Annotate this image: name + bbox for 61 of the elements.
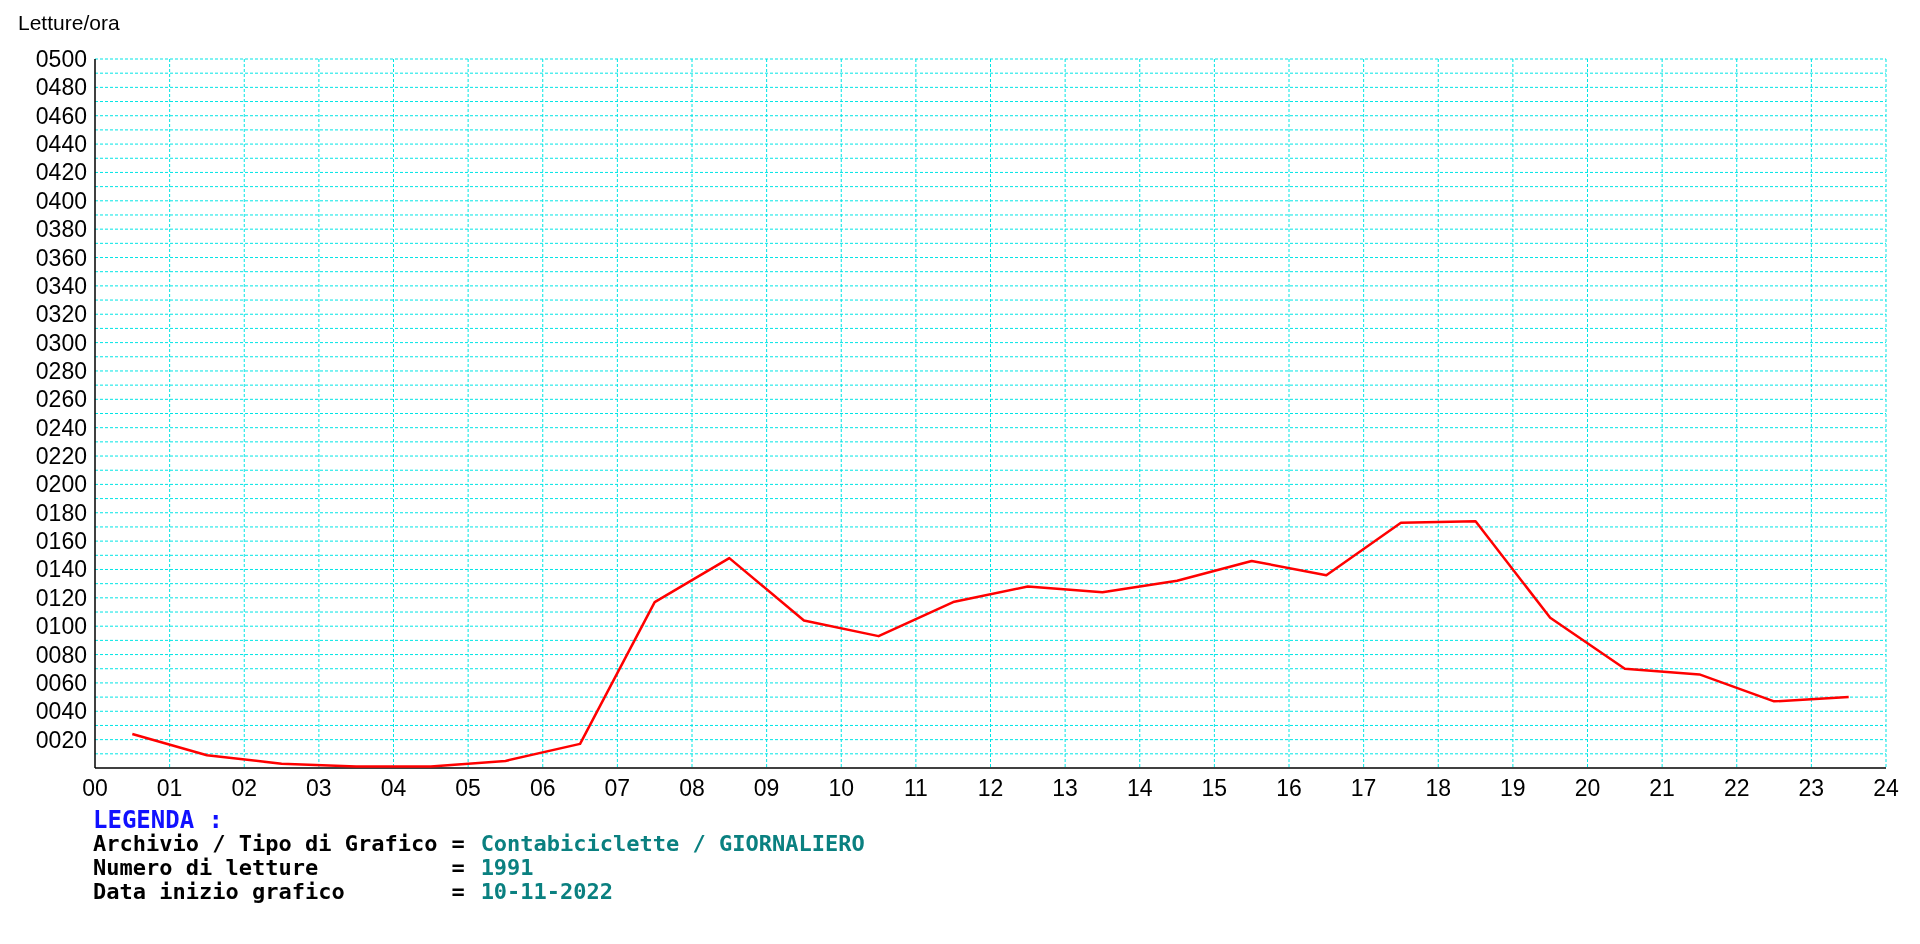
- axis-label: 0480: [35, 74, 87, 101]
- axis-label: 05: [455, 775, 481, 801]
- equals-sign: =: [451, 832, 466, 856]
- axis-label: 0020: [35, 726, 87, 753]
- legend-value: 10-11-2022: [480, 880, 615, 904]
- axis-label: 0140: [35, 556, 87, 583]
- axis-label: 21: [1649, 775, 1675, 801]
- axis-label: 0160: [35, 528, 87, 555]
- axis-label: 11: [903, 775, 928, 801]
- axis-label: 17: [1350, 775, 1377, 801]
- axis-label: 0060: [35, 669, 87, 696]
- axis-label: 14: [1126, 775, 1153, 801]
- axis-label: 0200: [35, 471, 87, 498]
- axis-label: 0420: [35, 159, 87, 186]
- legend-value: 1991: [480, 856, 535, 880]
- legend-label: Numero di letture: [93, 856, 320, 880]
- axis-label: 23: [1798, 775, 1825, 801]
- axis-label: 09: [753, 775, 780, 801]
- axis-label: 0500: [35, 46, 87, 72]
- axis-label: 16: [1276, 775, 1302, 801]
- axis-label: 0260: [35, 386, 87, 413]
- axis-label: 07: [604, 775, 631, 801]
- axis-label: 18: [1425, 775, 1452, 801]
- axis-label: 20: [1574, 775, 1601, 801]
- axis-label: 02: [231, 775, 258, 801]
- axis-label: 0080: [35, 641, 87, 668]
- axis-label: 0440: [35, 131, 87, 158]
- axis-label: 0460: [35, 102, 87, 129]
- axis-label: 0100: [35, 613, 87, 640]
- axis-label: 0040: [35, 698, 87, 725]
- axis-label: 15: [1201, 775, 1228, 801]
- axis-label: 06: [529, 775, 556, 801]
- legend-value: Contabiciclette / GIORNALIERO: [480, 832, 865, 856]
- axis-label: 0340: [35, 272, 87, 299]
- axis-label: 01: [156, 775, 183, 801]
- axis-label: 12: [977, 775, 1004, 801]
- axis-label: 0380: [35, 216, 87, 243]
- axis-label: 13: [1052, 775, 1078, 801]
- axis-label: 03: [306, 775, 332, 801]
- axis-label: 24: [1873, 775, 1899, 801]
- axis-label: 22: [1723, 775, 1750, 801]
- equals-sign: =: [451, 880, 466, 904]
- axis-title: Letture/ora: [18, 11, 120, 34]
- axis-label: 0320: [35, 301, 87, 328]
- axis-label: 08: [679, 775, 705, 801]
- legend-label: Data inizio grafico: [93, 880, 346, 904]
- axis-label: 0280: [35, 357, 87, 384]
- axis-label: 0360: [35, 244, 87, 271]
- legend-label: Archivio / Tipo di Grafico: [93, 832, 439, 856]
- axis-label: 04: [380, 775, 407, 801]
- axis-label: 0180: [35, 499, 87, 526]
- legend-title: LEGENDA :: [93, 808, 225, 832]
- axis-label: 0240: [35, 414, 87, 441]
- equals-sign: =: [451, 856, 466, 880]
- axis-label: 00: [82, 775, 108, 801]
- axis-label: 0300: [35, 329, 87, 356]
- axis-label: 19: [1500, 775, 1526, 801]
- axis-label: 0120: [35, 584, 87, 611]
- axis-label: 0400: [35, 187, 87, 214]
- axis-label: 0220: [35, 443, 87, 470]
- axis-label: 10: [828, 775, 855, 801]
